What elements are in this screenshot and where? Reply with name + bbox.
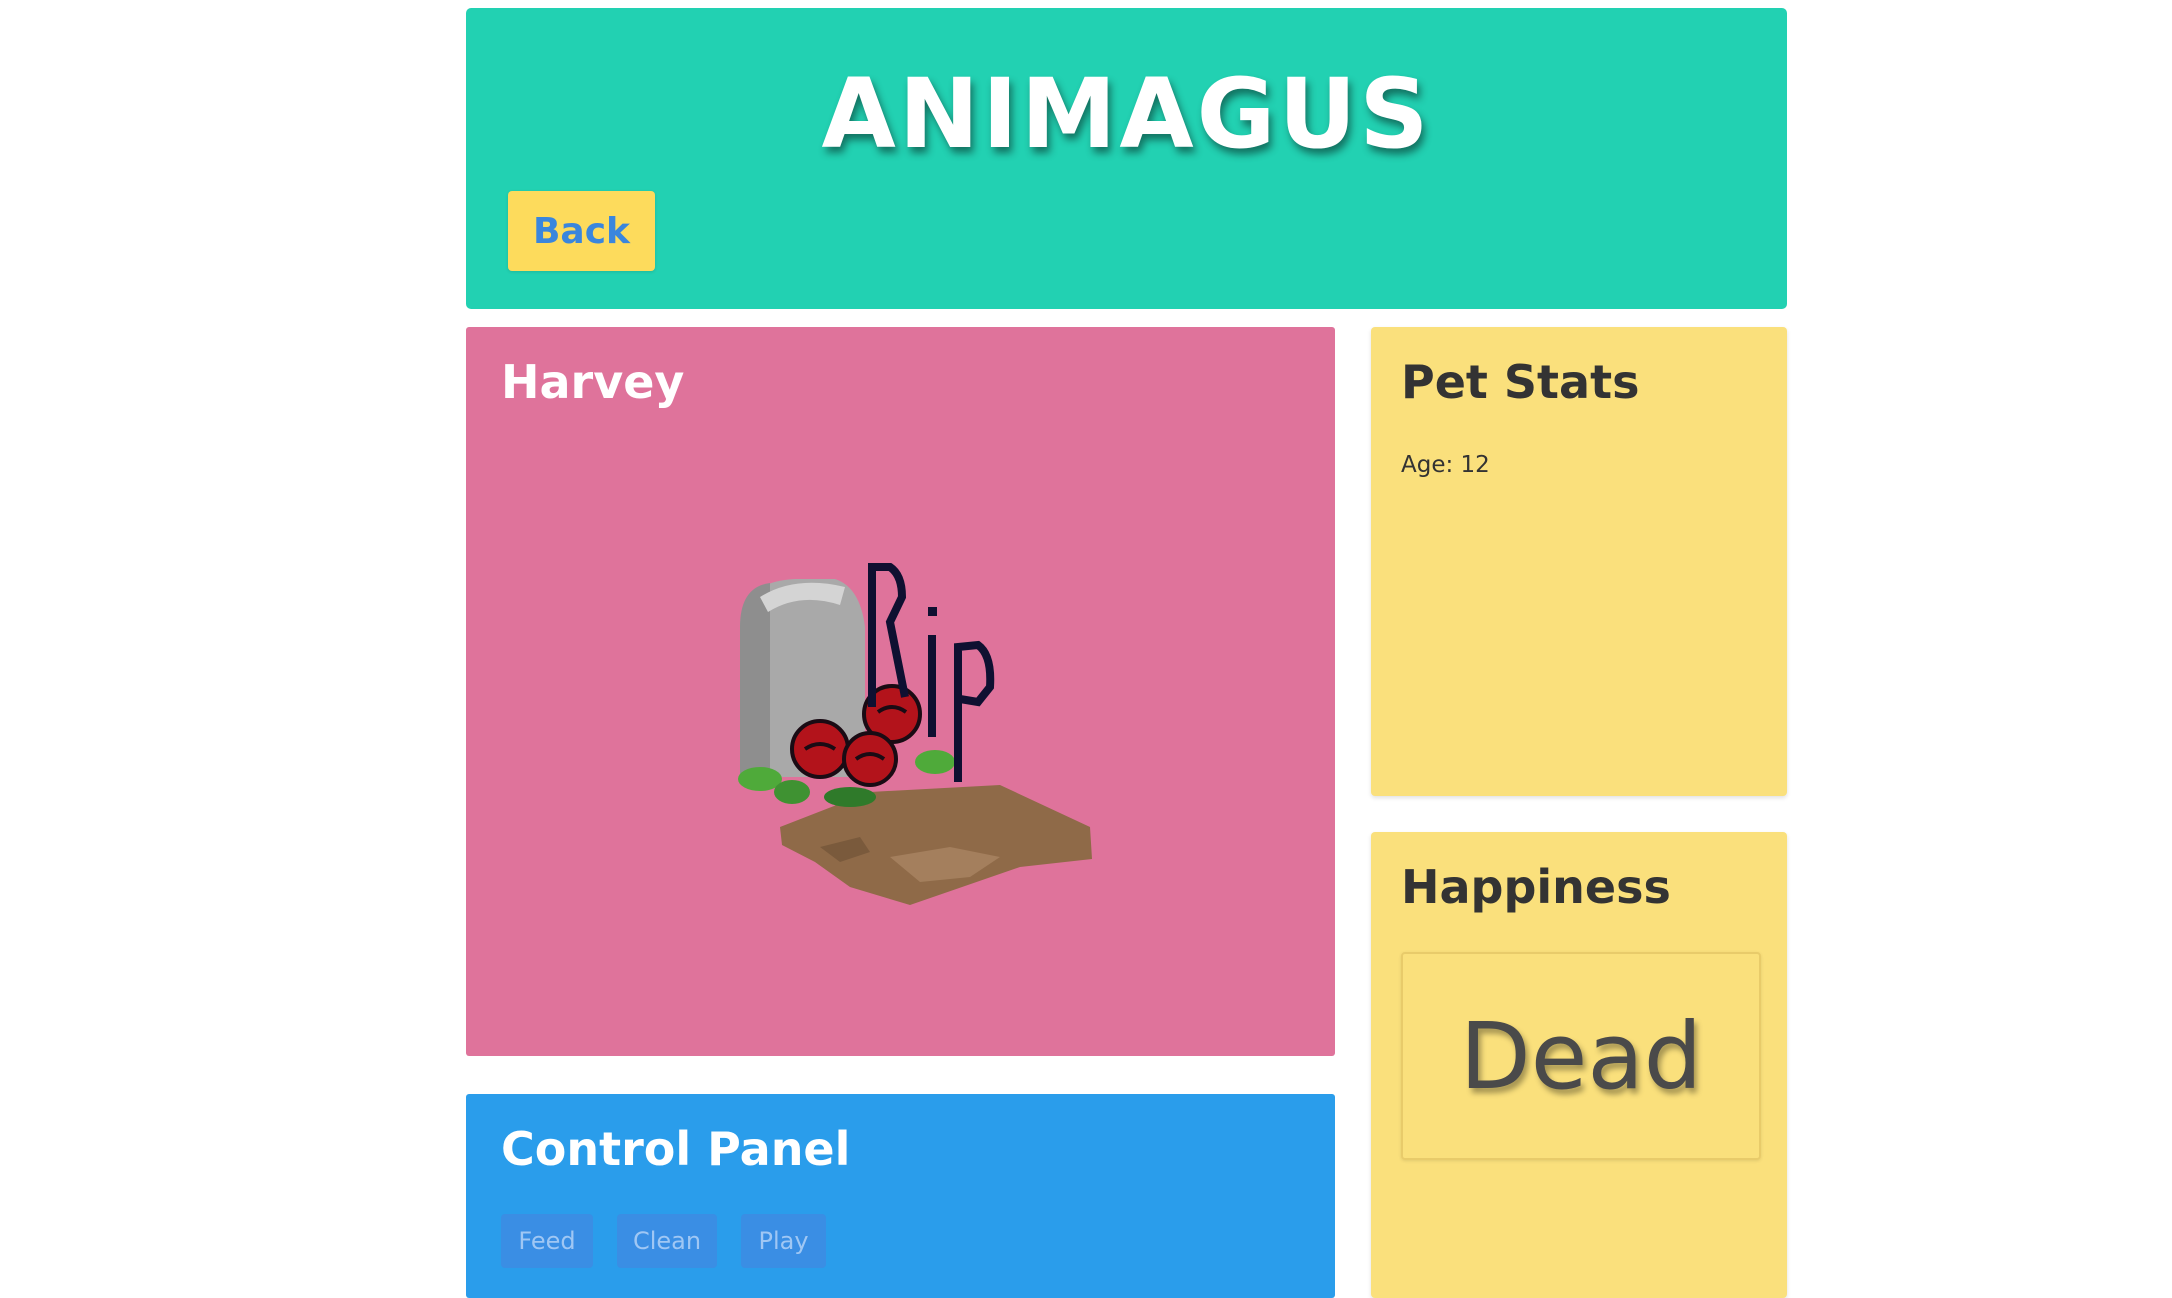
control-panel: Control Panel Feed Clean Play bbox=[466, 1094, 1335, 1298]
pet-age: Age: 12 bbox=[1401, 452, 1490, 478]
happiness-card: Happiness Dead bbox=[1371, 832, 1787, 1298]
feed-button[interactable]: Feed bbox=[501, 1214, 593, 1268]
tombstone-rip-icon bbox=[738, 563, 1092, 905]
happiness-status: Dead bbox=[1459, 1002, 1703, 1110]
clean-button[interactable]: Clean bbox=[617, 1214, 717, 1268]
control-panel-title: Control Panel bbox=[501, 1122, 851, 1176]
pet-stats-card: Pet Stats Age: 12 bbox=[1371, 327, 1787, 796]
pet-card: Harvey bbox=[466, 327, 1335, 1056]
happiness-title: Happiness bbox=[1401, 860, 1671, 914]
app-title: ANIMAGUS bbox=[821, 58, 1432, 170]
pet-stats-title: Pet Stats bbox=[1401, 355, 1640, 409]
pet-name: Harvey bbox=[501, 355, 685, 409]
header: ANIMAGUS Back bbox=[466, 8, 1787, 309]
back-button[interactable]: Back bbox=[508, 191, 655, 271]
play-button[interactable]: Play bbox=[741, 1214, 826, 1268]
happiness-status-box: Dead bbox=[1401, 952, 1761, 1160]
